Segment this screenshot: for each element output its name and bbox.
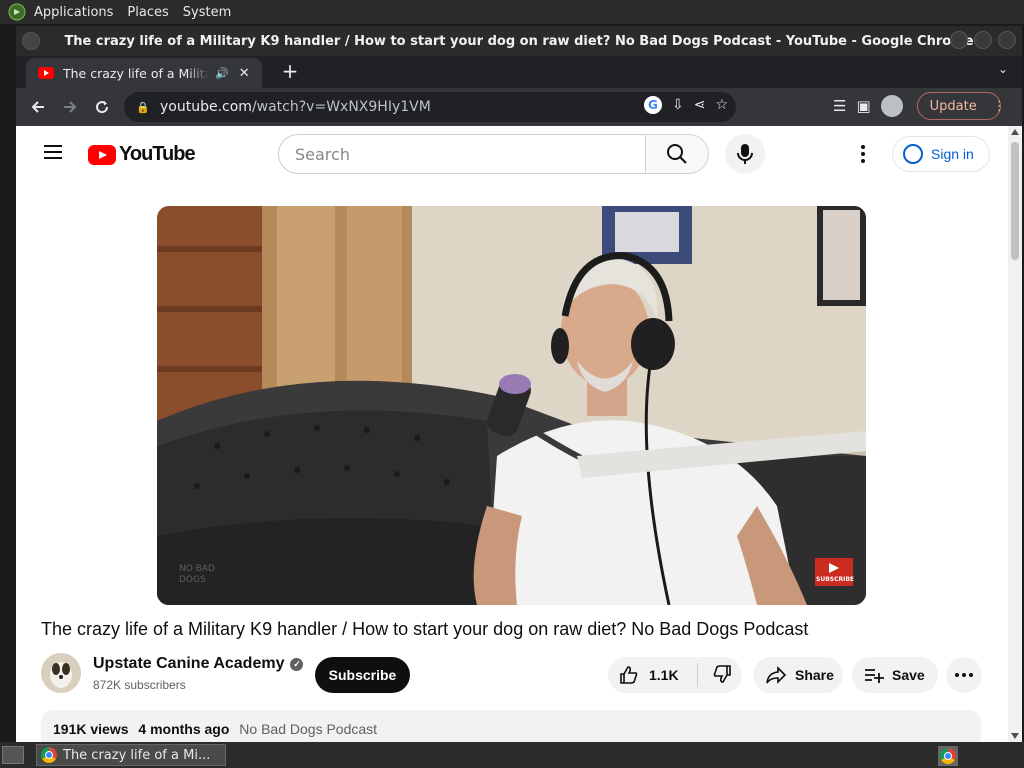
search-button[interactable] bbox=[645, 134, 709, 174]
address-bar[interactable]: 🔒 youtube.com /watch?v=WxNX9HIy1VM G ⇩ ⋖… bbox=[124, 92, 736, 122]
like-dislike-group: 1.1K bbox=[608, 657, 742, 693]
hamburger-menu-icon[interactable] bbox=[44, 145, 62, 159]
chrome-icon bbox=[41, 747, 57, 763]
youtube-favicon-icon bbox=[38, 67, 54, 79]
thumbs-up-icon bbox=[620, 666, 638, 684]
show-desktop-icon[interactable] bbox=[2, 746, 24, 764]
url-path: /watch?v=WxNX9HIy1VM bbox=[251, 99, 431, 115]
account-circle-icon bbox=[903, 144, 923, 164]
window-menu-icon[interactable] bbox=[22, 32, 40, 50]
share-button[interactable]: Share bbox=[753, 657, 843, 693]
voice-search-button[interactable] bbox=[725, 134, 765, 174]
verified-check-icon: ✓ bbox=[290, 657, 304, 671]
update-label: Update bbox=[929, 98, 977, 114]
top-panel: Applications Places System bbox=[0, 0, 1024, 24]
like-button[interactable]: 1.1K bbox=[608, 663, 698, 687]
search-input[interactable]: Search bbox=[278, 134, 646, 174]
channel-avatar[interactable] bbox=[41, 653, 81, 693]
taskbar-chrome-window[interactable]: The crazy life of a Mi... bbox=[36, 744, 226, 766]
reload-icon[interactable] bbox=[88, 93, 116, 121]
lock-icon[interactable]: 🔒 bbox=[136, 101, 150, 114]
subscribe-button[interactable]: Subscribe bbox=[315, 657, 410, 693]
microphone-icon bbox=[737, 144, 753, 164]
youtube-wordmark: YouTube bbox=[119, 143, 196, 165]
tab-youtube[interactable]: The crazy life of a Military K9 handler … bbox=[26, 58, 262, 88]
playlist-add-icon bbox=[865, 669, 884, 683]
distro-logo-icon[interactable] bbox=[6, 1, 28, 23]
taskbar-window-title: The crazy life of a Mi... bbox=[63, 747, 211, 763]
share-page-icon[interactable]: ⋖ bbox=[694, 97, 706, 113]
save-button[interactable]: Save bbox=[852, 657, 938, 693]
chrome-menu-icon[interactable]: ⋮ bbox=[993, 99, 1006, 114]
chrome-window: The crazy life of a Military K9 handler … bbox=[16, 26, 1022, 742]
subscribe-watermark[interactable]: SUBSCRIBE bbox=[816, 576, 854, 583]
menu-system[interactable]: System bbox=[183, 5, 231, 20]
description-box[interactable]: 191K views 4 months ago No Bad Dogs Podc… bbox=[41, 710, 981, 742]
search-icon bbox=[667, 144, 687, 164]
channel-name[interactable]: Upstate Canine Academy ✓ bbox=[93, 655, 304, 673]
sign-in-label: Sign in bbox=[931, 146, 974, 162]
back-arrow-icon[interactable] bbox=[24, 93, 52, 121]
bookmark-star-icon[interactable]: ☆ bbox=[715, 97, 728, 113]
search-placeholder: Search bbox=[295, 144, 350, 164]
url-host: youtube.com bbox=[160, 99, 252, 115]
minimize-icon[interactable] bbox=[950, 31, 968, 49]
speaker-icon[interactable]: 🔊 bbox=[215, 67, 229, 80]
browser-toolbar: 🔒 youtube.com /watch?v=WxNX9HIy1VM G ⇩ ⋖… bbox=[16, 88, 1022, 126]
podcast-tag[interactable]: No Bad Dogs Podcast bbox=[239, 721, 377, 737]
tray-chrome-icon[interactable] bbox=[938, 746, 958, 766]
scroll-up-icon[interactable] bbox=[1011, 129, 1019, 135]
menu-places[interactable]: Places bbox=[127, 5, 168, 20]
update-button[interactable]: Update ⋮ bbox=[916, 92, 1006, 120]
tab-close-icon[interactable]: ✕ bbox=[239, 66, 250, 81]
window-title: The crazy life of a Military K9 handler … bbox=[64, 33, 974, 49]
sign-in-button[interactable]: Sign in bbox=[892, 136, 990, 172]
settings-menu-icon[interactable] bbox=[851, 142, 875, 166]
tab-search-chevron-icon[interactable]: ⌄ bbox=[998, 62, 1008, 76]
youtube-play-icon bbox=[88, 144, 116, 165]
youtube-header: YouTube Search Sign in bbox=[16, 126, 1008, 182]
page-scrollbar[interactable] bbox=[1008, 126, 1022, 742]
svg-text:NO BAD: NO BAD bbox=[179, 564, 215, 574]
scrollbar-thumb[interactable] bbox=[1011, 142, 1019, 260]
tab-title: The crazy life of a Military K9 handler bbox=[63, 65, 209, 81]
video-title: The crazy life of a Military K9 handler … bbox=[41, 619, 809, 639]
channel-name-text: Upstate Canine Academy bbox=[93, 655, 285, 672]
maximize-icon[interactable] bbox=[974, 31, 992, 49]
share-arrow-icon bbox=[766, 666, 787, 684]
video-frame: NO BAD DOGS bbox=[157, 206, 866, 605]
menu-applications[interactable]: Applications bbox=[34, 5, 113, 20]
tab-strip: The crazy life of a Military K9 handler … bbox=[16, 56, 1022, 88]
window-titlebar[interactable]: The crazy life of a Military K9 handler … bbox=[16, 26, 1022, 56]
subscriber-count: 872K subscribers bbox=[93, 678, 186, 692]
video-player[interactable]: NO BAD DOGS SUBSCRIBE bbox=[157, 206, 866, 605]
google-lens-icon[interactable]: G bbox=[643, 96, 662, 114]
side-panel-icon[interactable]: ▣ bbox=[856, 97, 870, 115]
new-tab-button[interactable]: + bbox=[278, 60, 302, 84]
forward-arrow-icon[interactable] bbox=[56, 93, 84, 121]
dislike-button[interactable] bbox=[698, 664, 732, 687]
install-app-icon[interactable]: ⇩ bbox=[672, 97, 684, 113]
profile-avatar-icon[interactable] bbox=[880, 95, 903, 117]
scroll-down-icon[interactable] bbox=[1011, 733, 1019, 739]
thumbs-down-icon bbox=[713, 664, 731, 683]
view-count: 191K views bbox=[53, 721, 129, 737]
youtube-logo[interactable]: YouTube bbox=[88, 143, 196, 166]
web-viewport: YouTube Search Sign in NO BAD DOGS SUBSC… bbox=[16, 126, 1022, 742]
more-actions-icon[interactable] bbox=[946, 657, 982, 693]
svg-text:DOGS: DOGS bbox=[179, 575, 206, 585]
bottom-taskbar: The crazy life of a Mi... bbox=[0, 742, 1024, 768]
save-label: Save bbox=[892, 667, 925, 683]
like-count: 1.1K bbox=[649, 667, 679, 683]
share-label: Share bbox=[795, 667, 834, 683]
upload-date: 4 months ago bbox=[138, 721, 230, 737]
close-window-icon[interactable] bbox=[998, 31, 1016, 49]
media-queue-icon[interactable]: ☰ bbox=[833, 97, 846, 115]
